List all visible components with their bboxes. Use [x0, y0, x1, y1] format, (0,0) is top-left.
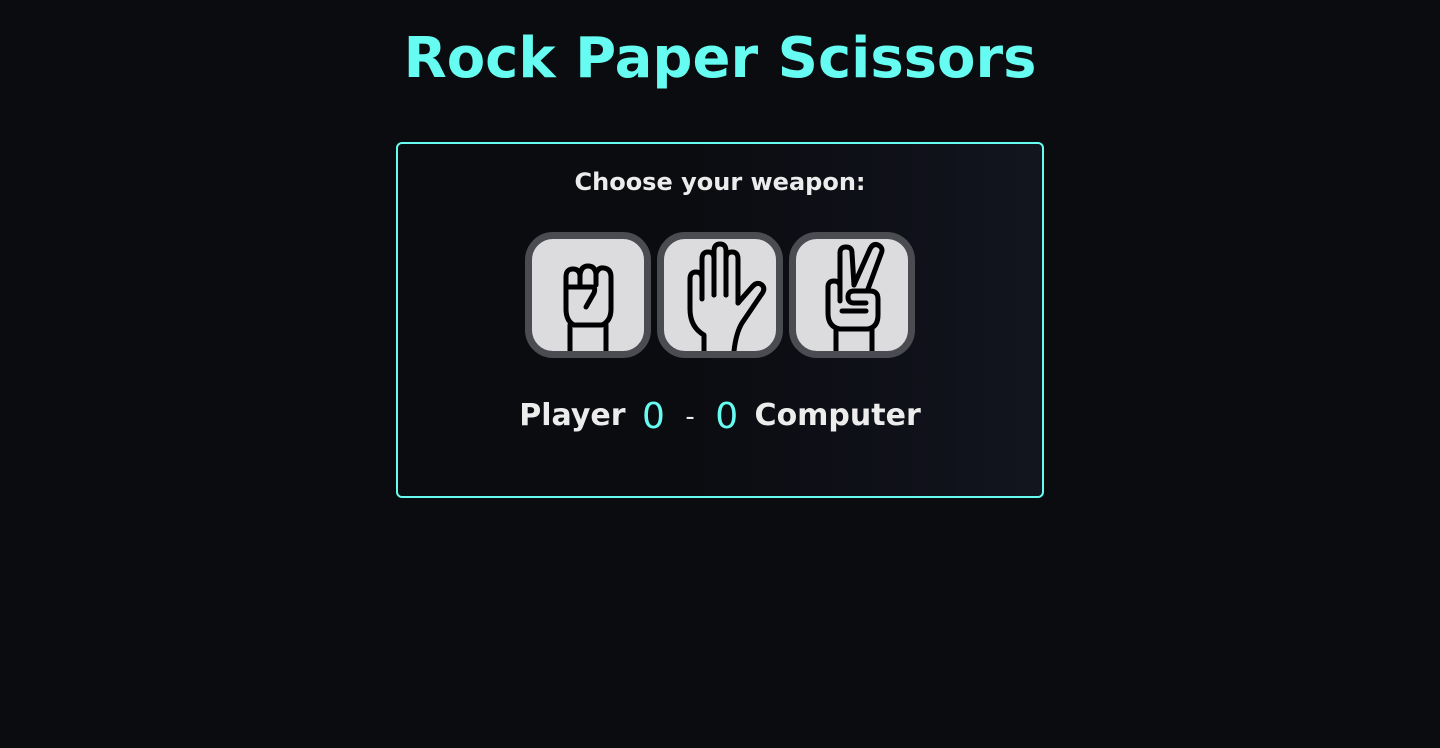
weapon-prompt: Choose your weapon:: [574, 168, 866, 196]
page-title: Rock Paper Scissors: [403, 26, 1037, 91]
player-score: 0: [641, 396, 665, 437]
fist-icon: [563, 263, 614, 351]
open-hand-icon: [687, 241, 767, 351]
computer-label: Computer: [754, 398, 921, 433]
computer-score: 0: [715, 396, 739, 437]
peace-sign-icon: [825, 242, 885, 351]
scissors-button[interactable]: [789, 232, 915, 358]
scoreboard: Player 0 - 0 Computer: [398, 396, 1042, 437]
score-separator: -: [685, 402, 695, 432]
weapon-options: [525, 232, 917, 360]
game-panel: Choose your weapon: Player 0 - 0 Compute…: [396, 142, 1044, 498]
paper-button[interactable]: [657, 232, 783, 358]
player-label: Player: [519, 398, 626, 433]
rock-button[interactable]: [525, 232, 651, 358]
